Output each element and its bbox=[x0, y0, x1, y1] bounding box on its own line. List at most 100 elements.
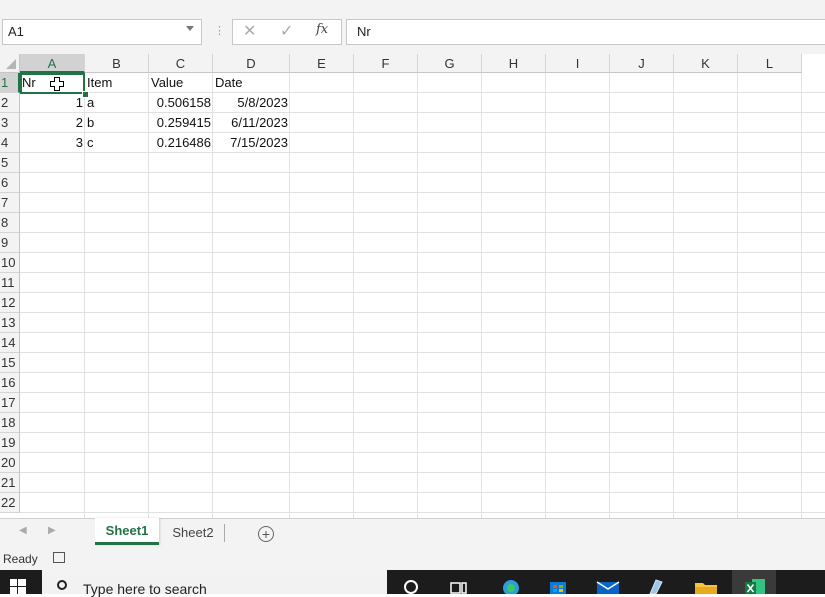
status-bar bbox=[0, 548, 825, 570]
microsoft-store-icon[interactable] bbox=[548, 578, 568, 594]
cell-B1[interactable]: Item bbox=[85, 73, 149, 93]
file-explorer-icon[interactable] bbox=[694, 578, 718, 594]
row-header-11[interactable]: 11 bbox=[0, 273, 20, 293]
taskbar-search-placeholder: Type here to search bbox=[83, 581, 207, 597]
column-header-F[interactable]: F bbox=[354, 54, 418, 73]
column-header-A[interactable]: A bbox=[20, 54, 85, 73]
select-all-corner[interactable] bbox=[0, 54, 20, 73]
row-header-13[interactable]: 13 bbox=[0, 313, 20, 333]
row-header-22[interactable]: 22 bbox=[0, 493, 20, 513]
column-header-C[interactable]: C bbox=[149, 54, 213, 73]
grid-row-line bbox=[20, 292, 825, 293]
grid-row-line bbox=[20, 352, 825, 353]
search-icon bbox=[57, 580, 67, 590]
row-header-19[interactable]: 19 bbox=[0, 433, 20, 453]
macro-recording-icon[interactable] bbox=[53, 552, 65, 563]
row-header-1[interactable]: 1 bbox=[0, 73, 20, 93]
mail-icon[interactable] bbox=[596, 578, 620, 594]
grid-row-line bbox=[20, 432, 825, 433]
grid-row-line bbox=[20, 472, 825, 473]
cell-C2[interactable]: 0.506158 bbox=[149, 93, 213, 113]
ribbon-collapsed-strip bbox=[0, 0, 825, 18]
row-header-14[interactable]: 14 bbox=[0, 333, 20, 353]
row-header-3[interactable]: 3 bbox=[0, 113, 20, 133]
column-header-D[interactable]: D bbox=[213, 54, 290, 73]
name-box-value: A1 bbox=[8, 24, 24, 39]
row-header-12[interactable]: 12 bbox=[0, 293, 20, 313]
column-header-K[interactable]: K bbox=[674, 54, 738, 73]
cell-D1[interactable]: Date bbox=[213, 73, 290, 93]
cell-B2[interactable]: a bbox=[85, 93, 149, 113]
row-header-8[interactable]: 8 bbox=[0, 213, 20, 233]
row-header-20[interactable]: 20 bbox=[0, 453, 20, 473]
cancel-icon[interactable]: ✕ bbox=[243, 21, 256, 41]
column-header-E[interactable]: E bbox=[290, 54, 354, 73]
cell-C4[interactable]: 0.216486 bbox=[149, 133, 213, 153]
grid-row-line bbox=[20, 192, 825, 193]
column-header-H[interactable]: H bbox=[482, 54, 546, 73]
column-header-J[interactable]: J bbox=[610, 54, 674, 73]
tab-divider bbox=[224, 524, 225, 542]
row-header-21[interactable]: 21 bbox=[0, 473, 20, 493]
formula-bar-grip-icon[interactable]: ⋮ bbox=[214, 24, 225, 37]
row-header-16[interactable]: 16 bbox=[0, 373, 20, 393]
worksheet-grid[interactable]: ABCDEFGHIJKL 1 2 3 4 5 6 7 8 9 10 11 12 13 14 15 16 17 18… bbox=[0, 54, 825, 518]
grid-row-line bbox=[20, 492, 825, 493]
grid-row-line bbox=[20, 272, 825, 273]
cell-B4[interactable]: c bbox=[85, 133, 149, 153]
edge-browser-icon[interactable] bbox=[500, 578, 522, 594]
grid-row-line bbox=[20, 172, 825, 173]
cell-D2[interactable]: 5/8/2023 bbox=[213, 93, 290, 113]
tab-sheet2[interactable]: Sheet2 bbox=[162, 518, 224, 548]
grid-row-line bbox=[20, 512, 825, 513]
cortana-icon[interactable] bbox=[402, 578, 420, 594]
row-header-7[interactable]: 7 bbox=[0, 193, 20, 213]
cell-A2[interactable]: 1 bbox=[20, 93, 85, 113]
row-header-4[interactable]: 4 bbox=[0, 133, 20, 153]
column-header-B[interactable]: B bbox=[85, 54, 149, 73]
cell-A4[interactable]: 3 bbox=[20, 133, 85, 153]
task-view-icon[interactable] bbox=[450, 578, 468, 594]
grid-row-line bbox=[20, 412, 825, 413]
name-box-dropdown-icon[interactable] bbox=[186, 26, 194, 31]
grid-row-line bbox=[20, 372, 825, 373]
grid-row-line bbox=[20, 452, 825, 453]
snipping-tool-icon[interactable] bbox=[646, 578, 666, 594]
row-header-17[interactable]: 17 bbox=[0, 393, 20, 413]
scroll-tabs-right-icon[interactable]: ▶ bbox=[48, 525, 56, 536]
row-header-6[interactable]: 6 bbox=[0, 173, 20, 193]
cell-C1[interactable]: Value bbox=[149, 73, 213, 93]
row-header-10[interactable]: 10 bbox=[0, 253, 20, 273]
grid-row-line bbox=[20, 332, 825, 333]
cell-D3[interactable]: 6/11/2023 bbox=[213, 113, 290, 133]
cell-A3[interactable]: 2 bbox=[20, 113, 85, 133]
cell-C3[interactable]: 0.259415 bbox=[149, 113, 213, 133]
cell-D4[interactable]: 7/15/2023 bbox=[213, 133, 290, 153]
row-header-18[interactable]: 18 bbox=[0, 413, 20, 433]
status-text: Ready bbox=[3, 552, 38, 566]
column-header-G[interactable]: G bbox=[418, 54, 482, 73]
row-header-15[interactable]: 15 bbox=[0, 353, 20, 373]
row-header-5[interactable]: 5 bbox=[0, 153, 20, 173]
row-header-9[interactable]: 9 bbox=[0, 233, 20, 253]
cell-select-cursor-icon bbox=[50, 77, 64, 91]
row-header-2[interactable]: 2 bbox=[0, 93, 20, 113]
fill-handle[interactable] bbox=[82, 91, 89, 98]
tab-sheet1[interactable]: Sheet1 bbox=[95, 518, 159, 545]
formula-input[interactable] bbox=[346, 19, 825, 45]
column-header-I[interactable]: I bbox=[546, 54, 610, 73]
name-box[interactable] bbox=[2, 19, 202, 45]
grid-row-line bbox=[20, 212, 825, 213]
select-all-triangle-icon bbox=[6, 59, 16, 69]
windows-start-icon[interactable] bbox=[10, 579, 26, 594]
enter-check-icon[interactable]: ✓ bbox=[280, 21, 293, 41]
grid-row-line bbox=[20, 252, 825, 253]
grid-row-line bbox=[20, 312, 825, 313]
scroll-tabs-left-icon[interactable]: ◀ bbox=[19, 525, 27, 536]
grid-row-line bbox=[20, 392, 825, 393]
add-sheet-icon[interactable]: + bbox=[258, 526, 274, 542]
column-header-L[interactable]: L bbox=[738, 54, 802, 73]
insert-function-icon[interactable]: fx bbox=[316, 22, 328, 37]
grid-row-line bbox=[20, 232, 825, 233]
cell-B3[interactable]: b bbox=[85, 113, 149, 133]
